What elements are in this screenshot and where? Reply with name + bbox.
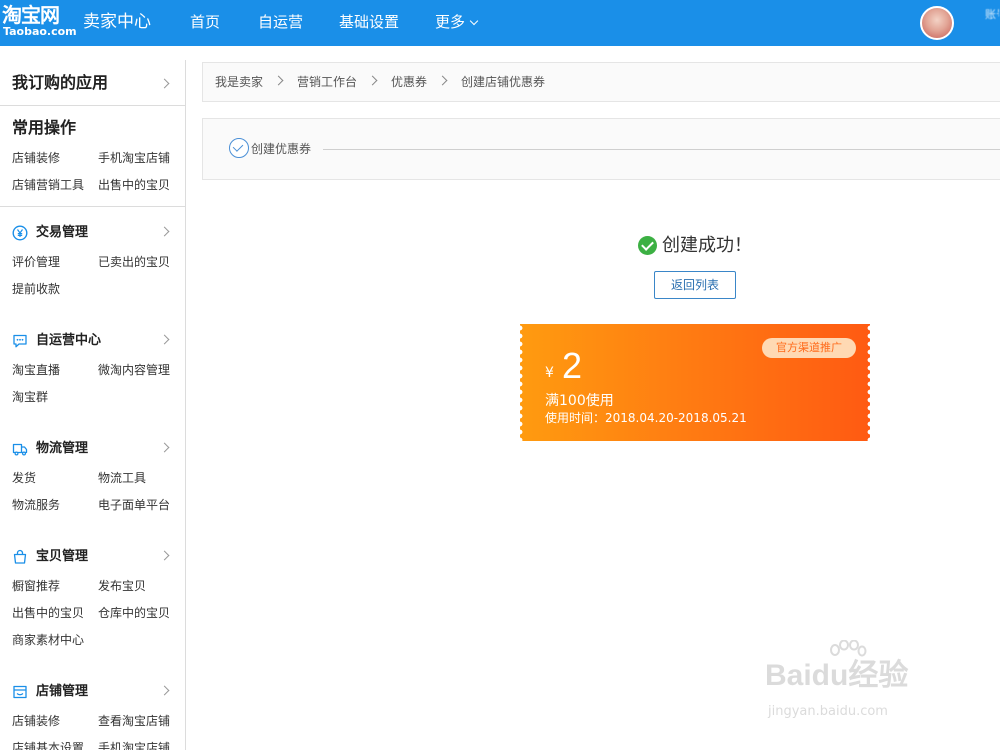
sidebar-section-title[interactable]: 店铺管理	[36, 683, 88, 701]
coupon-card: 官方渠道推广 ¥ 2 满100使用 使用时间：2018.04.20-2018.0…	[520, 324, 870, 441]
sidebar-link[interactable]: 店铺装修	[12, 150, 60, 166]
sidebar-link[interactable]: 电子面单平台	[98, 497, 170, 513]
breadcrumb-item[interactable]: 营销工作台	[297, 74, 357, 90]
chevron-right-icon	[159, 685, 170, 696]
sidebar-link[interactable]: 淘宝直播	[12, 362, 60, 378]
bag-icon	[13, 549, 27, 564]
sidebar-link[interactable]: 仓库中的宝贝	[98, 605, 170, 621]
sidebar-link[interactable]: 店铺基本设置	[12, 740, 84, 750]
nav-more[interactable]: 更多	[435, 12, 479, 32]
subscribed-apps-title: 我订购的应用	[12, 73, 109, 92]
sidebar-section-title[interactable]: 交易管理	[36, 224, 88, 242]
sidebar: 我订购的应用 常用操作 店铺装修 手机淘宝店铺 店铺营销工具 出售中的宝贝 交易…	[0, 60, 186, 750]
coupon-channel-badge: 官方渠道推广	[762, 338, 856, 358]
sidebar-link[interactable]: 橱窗推荐	[12, 578, 60, 594]
step-label: 创建优惠券	[251, 142, 312, 156]
sidebar-link[interactable]: 查看淘宝店铺	[98, 713, 170, 729]
watermark-url: jingyan.baidu.com	[768, 704, 888, 719]
chevron-right-icon	[273, 75, 284, 86]
avatar[interactable]	[920, 6, 954, 40]
sidebar-section-trade: 交易管理 评价管理 已卖出的宝贝 提前收款	[0, 223, 186, 323]
sidebar-link[interactable]: 店铺营销工具	[12, 177, 84, 193]
breadcrumb-item[interactable]: 优惠券	[391, 74, 427, 90]
logo-text-cn: 淘宝网	[2, 3, 60, 27]
chat-icon	[13, 334, 27, 348]
chevron-right-icon	[437, 75, 448, 86]
sidebar-link[interactable]: 物流服务	[12, 497, 60, 513]
sidebar-link[interactable]: 微淘内容管理	[98, 362, 170, 378]
sidebar-link[interactable]: 已卖出的宝贝	[98, 254, 170, 270]
coupon-condition: 满100使用	[545, 393, 614, 409]
chevron-right-icon	[159, 550, 170, 561]
sidebar-link[interactable]: 出售中的宝贝	[98, 177, 170, 193]
sidebar-link[interactable]: 商家素材中心	[12, 632, 84, 648]
nav-home[interactable]: 首页	[190, 12, 220, 32]
sidebar-subscribed-apps[interactable]: 我订购的应用	[0, 60, 186, 106]
nav-self-operation[interactable]: 自运营	[258, 12, 303, 32]
sidebar-section-self-operation: 自运营中心 淘宝直播 微淘内容管理 淘宝群	[0, 331, 186, 431]
sidebar-link[interactable]: 淘宝群	[12, 389, 48, 405]
sidebar-link[interactable]: 手机淘宝店铺	[98, 150, 170, 166]
breadcrumb-item[interactable]: 我是卖家	[215, 74, 263, 90]
step-line	[323, 149, 1000, 150]
breadcrumb-item-current: 创建店铺优惠券	[461, 75, 546, 89]
sidebar-section-title[interactable]: 自运营中心	[36, 332, 101, 350]
chevron-down-icon	[469, 16, 479, 26]
nav-more-label: 更多	[435, 13, 466, 31]
seller-center-title[interactable]: 卖家中心	[83, 11, 151, 33]
sidebar-link[interactable]: 店铺装修	[12, 713, 60, 729]
sidebar-link[interactable]: 出售中的宝贝	[12, 605, 84, 621]
coupon-valid-time: 使用时间：2018.04.20-2018.05.21	[545, 411, 747, 425]
truck-icon	[12, 443, 28, 456]
sidebar-section-title[interactable]: 物流管理	[36, 440, 88, 458]
chevron-right-icon	[367, 75, 378, 86]
sidebar-section-store: 店铺管理 店铺装修 查看淘宝店铺 店铺基本设置 手机淘宝店铺	[0, 682, 186, 750]
coupon-amount: 2	[562, 345, 583, 386]
yuan-icon	[12, 225, 28, 241]
sidebar-section-title[interactable]: 宝贝管理	[36, 548, 88, 566]
sidebar-link[interactable]: 评价管理	[12, 254, 60, 270]
sidebar-link[interactable]: 提前收款	[12, 281, 60, 297]
baidu-watermark: Baidu经验 jingyan.baidu.com	[765, 640, 965, 730]
logo-text-en: Taobao.com	[3, 25, 77, 38]
coupon-edge-left	[520, 324, 524, 441]
sidebar-link[interactable]: 物流工具	[98, 470, 146, 486]
user-name[interactable]: 账号 5	[985, 8, 999, 22]
coupon-edge-right	[866, 324, 870, 441]
chevron-right-icon	[159, 442, 170, 453]
top-bar: 淘宝网 Taobao.com 卖家中心 首页 自运营 基础设置 更多 账号 5	[0, 0, 1000, 46]
common-operations-title: 常用操作	[12, 118, 77, 137]
breadcrumb: 我是卖家 营销工作台 优惠券 创建店铺优惠券	[202, 62, 1000, 102]
taobao-logo[interactable]: 淘宝网 Taobao.com	[0, 3, 77, 42]
progress-steps: 创建优惠券	[202, 118, 1000, 180]
sidebar-common-operations: 常用操作 店铺装修 手机淘宝店铺 店铺营销工具 出售中的宝贝	[0, 107, 186, 207]
store-icon	[13, 685, 27, 699]
sidebar-section-items: 宝贝管理 橱窗推荐 发布宝贝 出售中的宝贝 仓库中的宝贝 商家素材中心	[0, 547, 186, 667]
watermark-text: Baidu经验	[765, 659, 909, 692]
back-to-list-button[interactable]: 返回列表	[654, 271, 736, 299]
success-text: 创建成功！	[662, 235, 752, 256]
chevron-right-icon	[159, 334, 170, 345]
sidebar-link[interactable]: 发布宝贝	[98, 578, 146, 594]
coupon-currency: ¥	[545, 365, 554, 381]
success-check-icon	[638, 236, 657, 255]
sidebar-section-logistics: 物流管理 发货 物流工具 物流服务 电子面单平台	[0, 439, 186, 539]
chevron-right-icon	[159, 78, 170, 89]
sidebar-link[interactable]: 发货	[12, 470, 36, 486]
sidebar-link[interactable]: 手机淘宝店铺	[98, 740, 170, 750]
nav-basic-settings[interactable]: 基础设置	[339, 12, 399, 32]
check-circle-icon	[229, 138, 249, 158]
chevron-right-icon	[159, 226, 170, 237]
